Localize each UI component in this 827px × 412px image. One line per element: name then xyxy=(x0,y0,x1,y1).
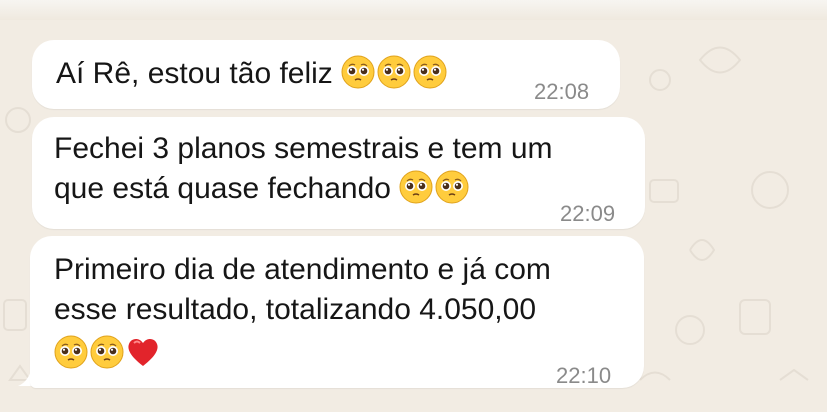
pleading-face-emoji-icon xyxy=(435,170,469,204)
message-emoji-line xyxy=(54,334,551,374)
message-text: Primeiro dia de atendimento e já com ess… xyxy=(54,250,551,374)
pleading-face-emoji-icon xyxy=(54,335,88,369)
pleading-face-emoji-icon xyxy=(90,335,124,369)
message-line: que está quase fechando xyxy=(54,169,553,209)
red-heart-emoji-icon xyxy=(126,335,160,369)
message-bubble[interactable]: Fechei 3 planos semestrais e tem um que … xyxy=(32,117,645,229)
message-timestamp: 22:09 xyxy=(560,201,616,226)
pleading-face-emoji-icon xyxy=(377,55,411,89)
message-line: Aí Rê, estou tão feliz xyxy=(56,57,333,90)
message-line: esse resultado, totalizando 4.050,00 xyxy=(54,293,537,326)
message-bubble[interactable]: Primeiro dia de atendimento e já com ess… xyxy=(30,236,644,388)
message-text: Fechei 3 planos semestrais e tem um que … xyxy=(54,129,553,209)
pleading-face-emoji-icon xyxy=(399,170,433,204)
message-line: Primeiro dia de atendimento e já com xyxy=(54,253,551,286)
message-timestamp: 22:10 xyxy=(556,363,612,388)
message-bubble[interactable]: Aí Rê, estou tão feliz 22:08 xyxy=(32,40,620,109)
message-text: Aí Rê, estou tão feliz xyxy=(56,54,449,94)
pleading-face-emoji-icon xyxy=(341,55,375,89)
message-line: Fechei 3 planos semestrais e tem um xyxy=(54,132,553,165)
pleading-face-emoji-icon xyxy=(413,55,447,89)
message-timestamp: 22:08 xyxy=(534,79,590,104)
